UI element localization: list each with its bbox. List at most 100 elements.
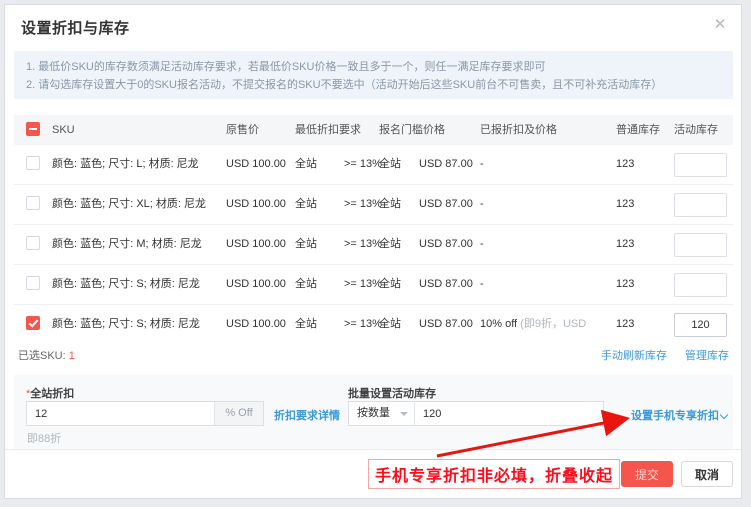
table-header-row: SKU 原售价 最低折扣要求 报名门槛价格 已报折扣及价格 普通库存 活动库存 xyxy=(14,115,733,145)
form-area: *全站折扣 % Off 折扣要求详情 即88折 批量设置活动库存 按数量 设置手… xyxy=(14,375,733,452)
cell-min-rate: >= 13% xyxy=(344,278,382,290)
cell-normal-stock: 123 xyxy=(616,198,635,210)
row-checkbox[interactable] xyxy=(26,236,40,250)
cell-sku: 颜色: 蓝色; 尺寸: S; 材质: 尼龙 xyxy=(52,278,200,290)
table-row: 颜色: 蓝色; 尺寸: L; 材质: 尼龙 USD 100.00 全站 >= 13% 全… xyxy=(14,145,733,185)
table-body: 颜色: 蓝色; 尺寸: L; 材质: 尼龙 USD 100.00 全站 >= 13% 全… xyxy=(14,145,733,344)
discount-hint: 即88折 xyxy=(27,433,62,445)
applied-discount-value: - xyxy=(480,238,484,250)
applied-discount-value: - xyxy=(480,278,484,290)
select-all-checkbox[interactable] xyxy=(26,122,40,136)
batch-mode-value: 按数量 xyxy=(357,407,390,419)
sku-table: SKU 原售价 最低折扣要求 报名门槛价格 已报折扣及价格 普通库存 活动库存 … xyxy=(14,115,733,344)
cell-threshold-scope: 全站 xyxy=(379,198,401,210)
annotation-label: 手机专享折扣非必填，折叠收起 xyxy=(368,459,621,489)
selected-sku-count: 1 xyxy=(68,350,75,362)
cell-applied-discount: - xyxy=(480,145,484,184)
cell-min-scope: 全站 xyxy=(295,198,317,210)
cell-min-rate: >= 13% xyxy=(344,318,382,330)
cell-normal-stock: 123 xyxy=(616,318,635,330)
cell-normal-stock: 123 xyxy=(616,158,635,170)
cell-applied-discount: - xyxy=(480,265,484,304)
cell-orig-price: USD 100.00 xyxy=(226,318,286,330)
cell-orig-price: USD 100.00 xyxy=(226,158,286,170)
cell-sku: 颜色: 蓝色; 尺寸: M; 材质: 尼龙 xyxy=(52,238,202,250)
cell-applied-discount: 10% off (即9折，USD xyxy=(480,305,586,344)
page-title: 设置折扣与库存 xyxy=(21,20,130,37)
close-icon[interactable]: ✕ xyxy=(711,16,729,34)
notice-box: 1. 最低价SKU的库存数须满足活动库存要求，若最低价SKU价格一致且多于一个，… xyxy=(14,51,733,99)
submit-button[interactable]: 提交 xyxy=(621,461,673,487)
cell-orig-price: USD 100.00 xyxy=(226,278,286,290)
mobile-exclusive-discount-link[interactable]: 设置手机专享折扣 xyxy=(631,407,729,423)
table-row: 颜色: 蓝色; 尺寸: XL; 材质: 尼龙 USD 100.00 全站 >= 13%… xyxy=(14,185,733,225)
discount-stock-modal: 设置折扣与库存 ✕ 1. 最低价SKU的库存数须满足活动库存要求，若最低价SKU… xyxy=(4,4,742,499)
discount-suffix-label: % Off xyxy=(214,402,263,425)
mobile-discount-label: 设置手机专享折扣 xyxy=(631,410,719,422)
cell-min-rate: >= 13% xyxy=(344,238,382,250)
batch-stock-wrap: 按数量 xyxy=(348,401,604,426)
cell-orig-price: USD 100.00 xyxy=(226,198,286,210)
batch-stock-label: 批量设置活动库存 xyxy=(348,388,436,400)
cell-applied-discount: - xyxy=(480,185,484,224)
chevron-down-icon xyxy=(400,412,408,416)
column-header-sku: SKU xyxy=(52,124,75,136)
discount-input[interactable] xyxy=(27,402,214,425)
cell-threshold-scope: 全站 xyxy=(379,278,401,290)
cell-orig-price: USD 100.00 xyxy=(226,238,286,250)
column-header-applied-discount: 已报折扣及价格 xyxy=(480,124,557,136)
column-header-activity-stock: 活动库存 xyxy=(674,124,718,136)
refresh-stock-link[interactable]: 手动刷新库存 xyxy=(601,347,667,363)
cell-min-scope: 全站 xyxy=(295,158,317,170)
applied-discount-value: 10% off xyxy=(480,318,521,330)
column-header-normal-stock: 普通库存 xyxy=(616,124,660,136)
cell-min-rate: >= 13% xyxy=(344,158,382,170)
cell-threshold-scope: 全站 xyxy=(379,318,401,330)
activity-stock-input[interactable] xyxy=(674,153,727,177)
row-checkbox[interactable] xyxy=(26,276,40,290)
discount-label-text: 全站折扣 xyxy=(30,388,75,400)
row-checkbox[interactable] xyxy=(26,156,40,170)
row-checkbox[interactable] xyxy=(26,316,40,330)
cell-min-rate: >= 13% xyxy=(344,198,382,210)
cell-sku: 颜色: 蓝色; 尺寸: L; 材质: 尼龙 xyxy=(52,158,199,170)
cell-sku: 颜色: 蓝色; 尺寸: S; 材质: 尼龙 xyxy=(52,318,200,330)
activity-stock-input[interactable] xyxy=(674,313,727,337)
cell-sku: 颜色: 蓝色; 尺寸: XL; 材质: 尼龙 xyxy=(52,198,207,210)
applied-discount-value: - xyxy=(480,198,484,210)
column-header-orig-price: 原售价 xyxy=(226,124,259,136)
cell-min-scope: 全站 xyxy=(295,278,317,290)
cell-applied-discount: - xyxy=(480,225,484,264)
applied-discount-note: (即9折，USD xyxy=(520,318,587,330)
batch-stock-input[interactable] xyxy=(415,402,603,425)
activity-stock-input[interactable] xyxy=(674,273,727,297)
table-row: 颜色: 蓝色; 尺寸: M; 材质: 尼龙 USD 100.00 全站 >= 13% 全… xyxy=(14,225,733,265)
row-checkbox[interactable] xyxy=(26,196,40,210)
activity-stock-input[interactable] xyxy=(674,193,727,217)
column-header-threshold-price: 报名门槛价格 xyxy=(379,124,445,136)
table-row: 颜色: 蓝色; 尺寸: S; 材质: 尼龙 USD 100.00 全站 >= 13% 全… xyxy=(14,305,733,344)
discount-requirement-link[interactable]: 折扣要求详情 xyxy=(274,407,340,423)
cell-threshold-price: USD 87.00 xyxy=(419,198,473,210)
discount-input-wrap: % Off xyxy=(26,401,264,426)
activity-stock-input[interactable] xyxy=(674,233,727,257)
selected-sku-label: 已选SKU: 1 xyxy=(18,347,75,363)
cancel-button[interactable]: 取消 xyxy=(681,461,733,487)
cell-normal-stock: 123 xyxy=(616,278,635,290)
cell-threshold-scope: 全站 xyxy=(379,238,401,250)
cell-min-scope: 全站 xyxy=(295,238,317,250)
discount-field-label: *全站折扣 xyxy=(26,385,74,401)
selection-bar: 已选SKU: 1 手动刷新库存 管理库存 xyxy=(14,342,733,368)
manage-stock-link[interactable]: 管理库存 xyxy=(685,347,729,363)
cell-normal-stock: 123 xyxy=(616,238,635,250)
cell-threshold-price: USD 87.00 xyxy=(419,158,473,170)
chevron-down-icon xyxy=(719,410,729,420)
cell-threshold-price: USD 87.00 xyxy=(419,318,473,330)
batch-mode-select[interactable]: 按数量 xyxy=(349,402,415,425)
modal-header: 设置折扣与库存 ✕ xyxy=(5,5,741,47)
cell-min-scope: 全站 xyxy=(295,318,317,330)
column-header-min-discount: 最低折扣要求 xyxy=(295,124,361,136)
notice-line: 2. 请勾选库存设置大于0的SKU报名活动，不提交报名的SKU不要选中（活动开始… xyxy=(26,79,663,91)
cell-threshold-price: USD 87.00 xyxy=(419,278,473,290)
applied-discount-value: - xyxy=(480,158,484,170)
